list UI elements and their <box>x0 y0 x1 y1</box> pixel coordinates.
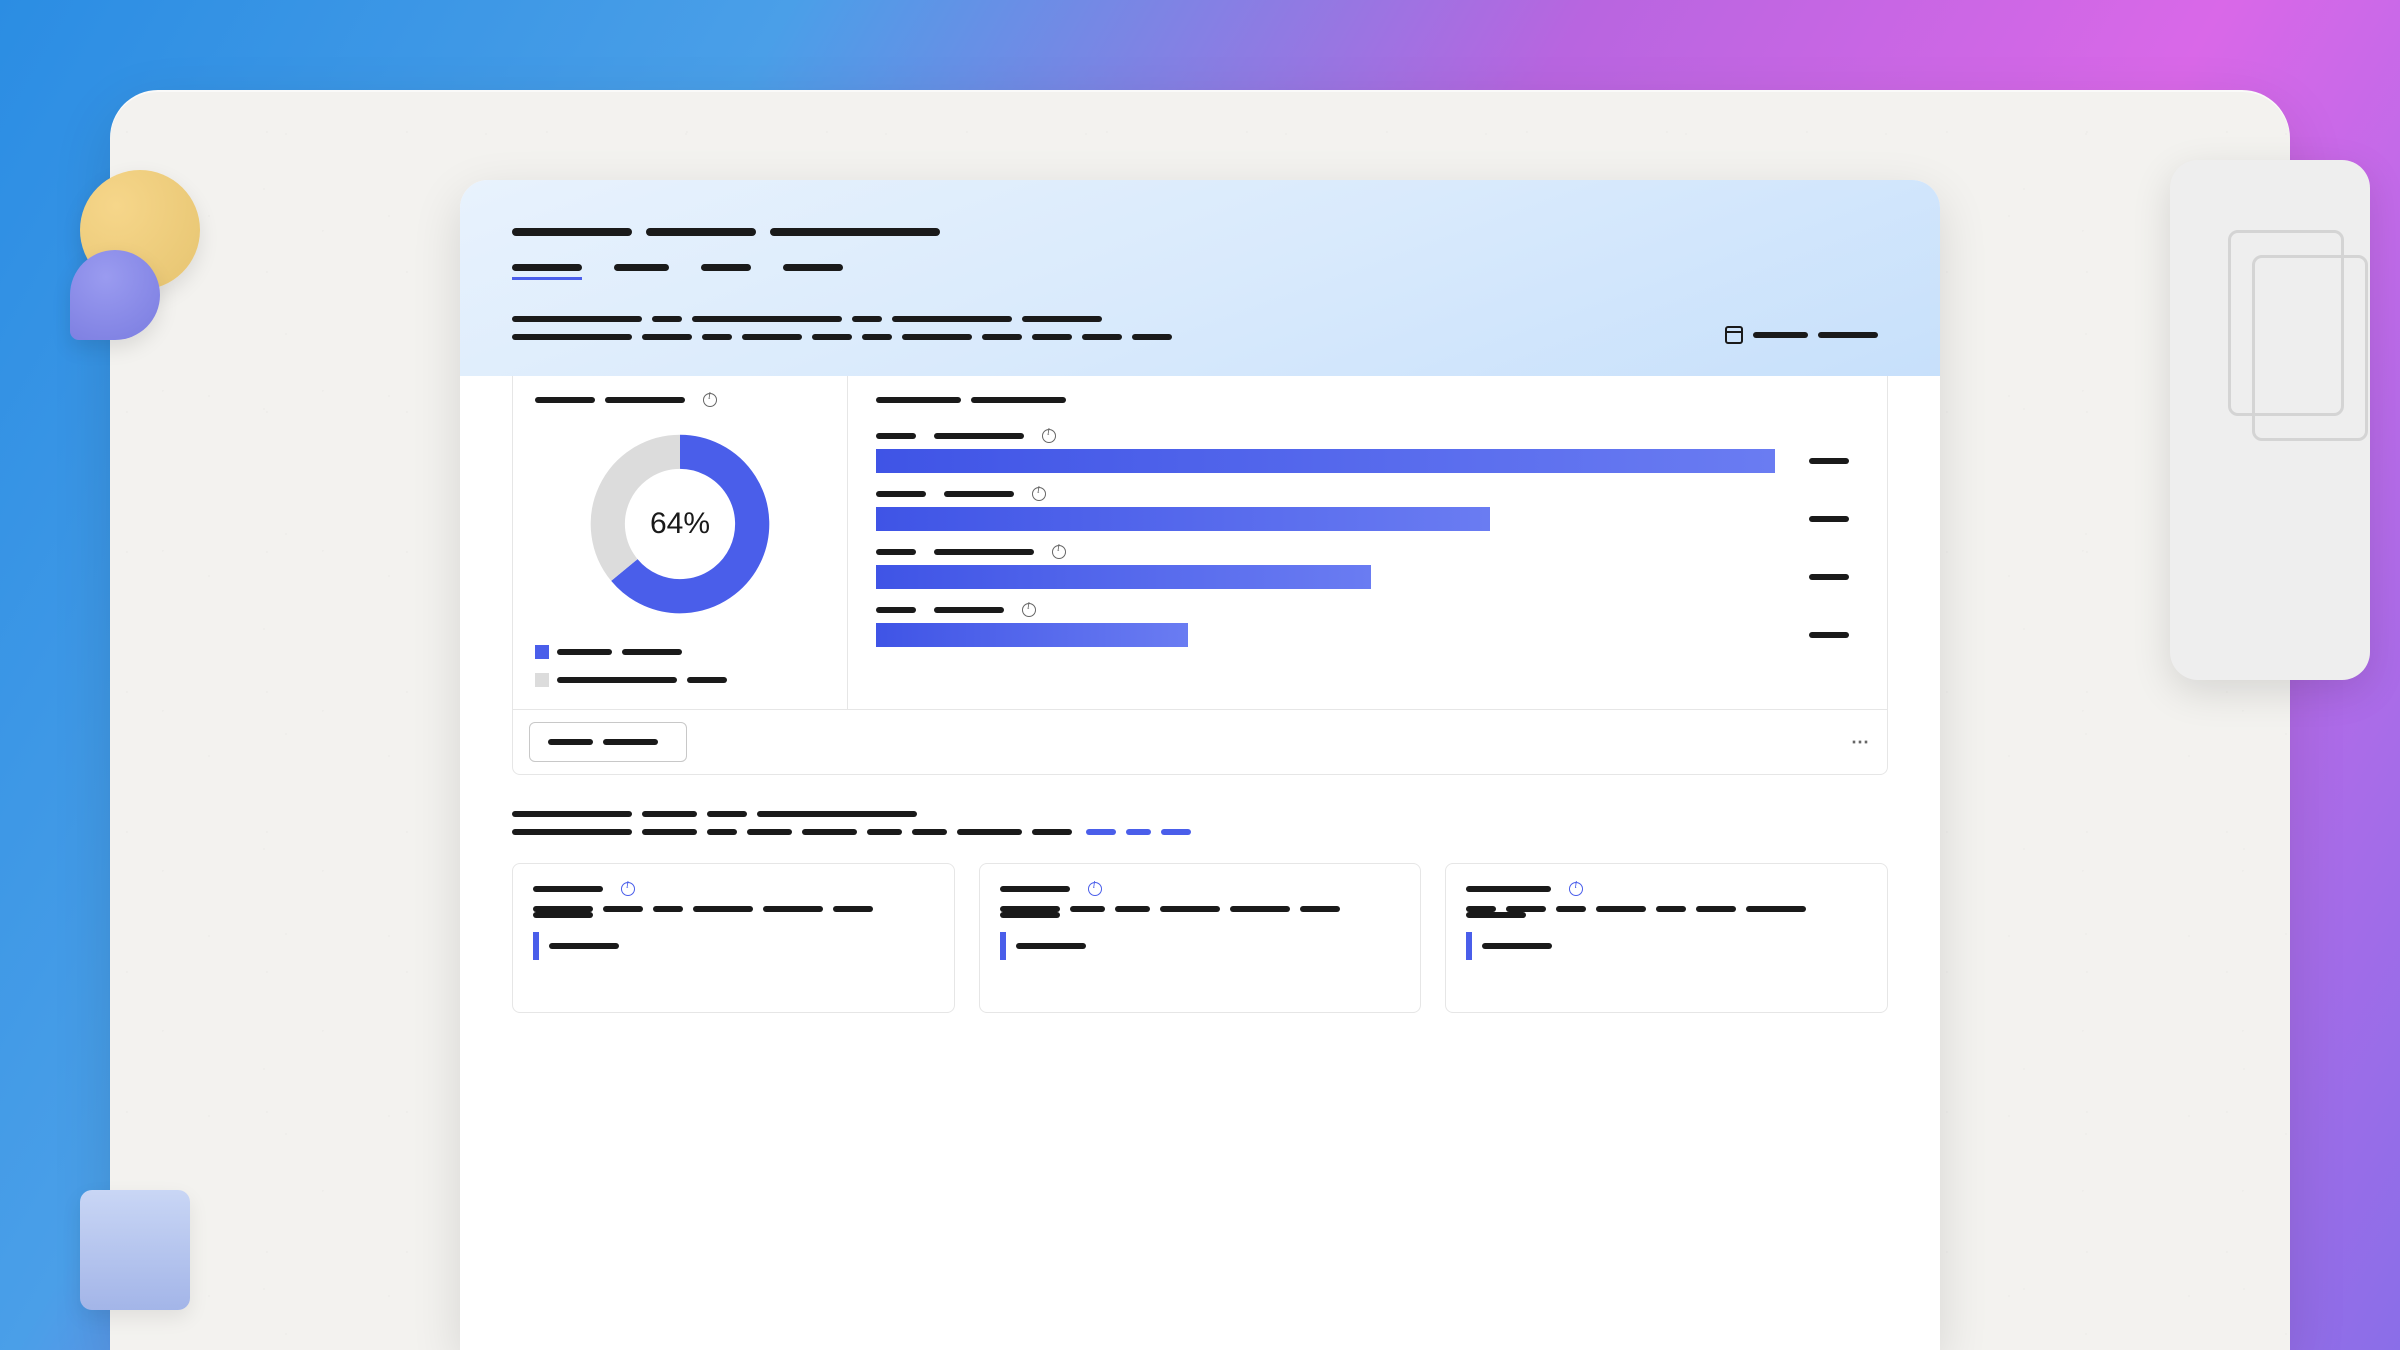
bars-title <box>876 391 1859 409</box>
decorative-card-right <box>2170 160 2370 680</box>
bar-value <box>1809 458 1859 464</box>
bars-panel <box>848 367 1887 709</box>
bar-track <box>876 565 1793 589</box>
calendar-icon <box>1725 326 1743 344</box>
lower-section-heading <box>512 811 1888 835</box>
tab-bar <box>512 264 1888 280</box>
info-icon[interactable] <box>703 393 717 407</box>
dashboard-header <box>460 180 1940 376</box>
legend-swatch <box>535 673 549 687</box>
bar-value <box>1809 632 1859 638</box>
donut-chart: 64% <box>585 429 775 619</box>
bar-track <box>876 623 1793 647</box>
bar-value <box>1809 574 1859 580</box>
stat-card-title <box>1466 882 1867 896</box>
stat-card-2[interactable] <box>1445 863 1888 1013</box>
tab-1[interactable] <box>614 264 669 280</box>
stat-value <box>1000 932 1401 960</box>
bar-track <box>876 507 1793 531</box>
card-footer: ⋯ <box>513 709 1887 774</box>
footer-action-button[interactable] <box>529 722 687 762</box>
info-icon[interactable] <box>1088 882 1102 896</box>
dashboard-window: 64% <box>460 180 1940 1350</box>
tab-0[interactable] <box>512 264 582 280</box>
donut-legend <box>535 643 825 689</box>
decorative-shape <box>80 1190 190 1310</box>
stat-accent-bar <box>533 932 539 960</box>
bar-group <box>876 429 1859 473</box>
donut-panel: 64% <box>513 367 848 709</box>
bar-group <box>876 487 1859 531</box>
date-range-control[interactable] <box>1725 326 1888 344</box>
tab-2[interactable] <box>701 264 751 280</box>
bar-group <box>876 545 1859 589</box>
info-icon[interactable] <box>1569 882 1583 896</box>
stat-card-title <box>1000 882 1401 896</box>
donut-center-value: 64% <box>585 429 775 619</box>
info-icon[interactable] <box>1052 545 1066 559</box>
info-icon[interactable] <box>621 882 635 896</box>
legend-item <box>535 671 825 689</box>
stat-value <box>1466 932 1867 960</box>
bar-track <box>876 449 1793 473</box>
bar-label <box>876 487 1859 501</box>
more-menu-icon[interactable]: ⋯ <box>1851 732 1871 753</box>
section-description <box>512 316 1888 340</box>
stat-value <box>533 932 934 960</box>
bar-value <box>1809 516 1859 522</box>
bar-label <box>876 545 1859 559</box>
stat-card-1[interactable] <box>979 863 1422 1013</box>
legend-item <box>535 643 825 661</box>
info-icon[interactable] <box>1032 487 1046 501</box>
decorative-shape <box>70 250 160 340</box>
stat-card-title <box>533 882 934 896</box>
page-title <box>512 228 1888 236</box>
donut-title <box>535 391 825 409</box>
stat-accent-bar <box>1466 932 1472 960</box>
bar-label <box>876 429 1859 443</box>
tab-3[interactable] <box>783 264 843 280</box>
lower-section <box>460 775 1940 1013</box>
legend-swatch <box>535 645 549 659</box>
stat-accent-bar <box>1000 932 1006 960</box>
info-icon[interactable] <box>1022 603 1036 617</box>
bar-group <box>876 603 1859 647</box>
bar-label <box>876 603 1859 617</box>
desktop-backdrop: 64% <box>110 90 2290 1350</box>
metrics-summary-card: 64% <box>512 366 1888 775</box>
stat-card-0[interactable] <box>512 863 955 1013</box>
info-icon[interactable] <box>1042 429 1056 443</box>
